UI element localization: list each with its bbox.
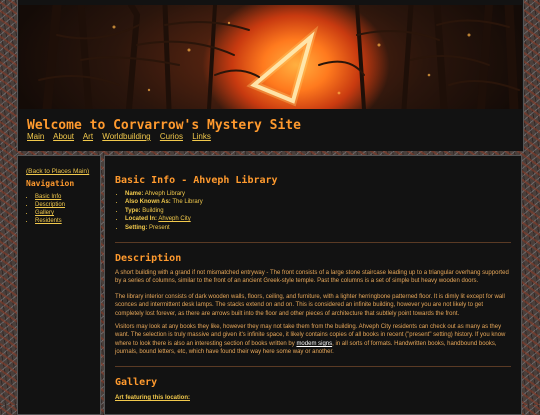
sidebar-link-description[interactable]: Description (35, 202, 65, 208)
basic-info-heading: Basic Info - Ahveph Library (115, 175, 278, 186)
sidebar-item-basic-info: Basic Info (35, 193, 65, 201)
info-item-setting: Setting: Present (125, 224, 203, 232)
sidebar-link-residents[interactable]: Residents (35, 218, 62, 224)
modem-signs-link[interactable]: modem signs (296, 341, 332, 347)
info-item-located-in: Located In: Ahveph City (125, 215, 203, 223)
info-value: Ahveph Library (144, 191, 186, 197)
info-label: Type: (125, 207, 141, 214)
description-paragraph-1: A short building with a grand if not mis… (115, 270, 509, 285)
nav-curios[interactable]: Curios (160, 132, 183, 141)
description-heading: Description (115, 253, 182, 264)
main-content: Basic Info - Ahveph Library Name: Ahveph… (104, 155, 522, 415)
sidebar-item-residents: Residents (35, 217, 65, 225)
forest-triangle-illustration (38, 5, 520, 109)
info-label: Also Known As: (125, 199, 171, 206)
info-item-aka: Also Known As: The Library (125, 198, 203, 206)
gallery-art-link[interactable]: Art featuring this location: (115, 395, 190, 401)
nav-main[interactable]: Main (27, 132, 44, 141)
divider (115, 366, 511, 367)
info-item-type: Type: Building (125, 207, 203, 215)
info-value: Building (142, 207, 164, 214)
nav-art[interactable]: Art (83, 132, 93, 141)
sidebar-item-description: Description (35, 201, 65, 209)
nav-worldbuilding[interactable]: Worldbuilding (102, 132, 150, 141)
sidebar-link-basic-info[interactable]: Basic Info (35, 194, 61, 200)
located-in-link[interactable]: Ahveph City (158, 216, 190, 222)
info-value: The Library (172, 199, 203, 206)
sidebar-nav-list: Basic Info Description Gallery Residents (26, 193, 65, 225)
description-paragraph-3: Visitors may look at any books they like… (115, 323, 513, 357)
info-value: Present (149, 224, 170, 231)
info-label: Setting: (125, 224, 148, 231)
nav-about[interactable]: About (53, 132, 74, 141)
site-title: Welcome to Corvarrow's Mystery Site (27, 118, 301, 133)
info-label: Located In: (125, 216, 158, 223)
info-item-name: Name: Ahveph Library (125, 190, 203, 198)
description-paragraph-2: The library interior consists of dark wo… (115, 294, 505, 317)
divider (115, 242, 511, 243)
sidebar: (Back to Places Main) Navigation Basic I… (17, 155, 101, 415)
basic-info-list: Name: Ahveph Library Also Known As: The … (115, 190, 203, 232)
sidebar-item-gallery: Gallery (35, 209, 65, 217)
site-header: Welcome to Corvarrow's Mystery Site Main… (17, 0, 524, 151)
nav-links[interactable]: Links (192, 132, 211, 141)
info-label: Name: (125, 191, 144, 197)
banner-image (19, 5, 522, 109)
back-to-places-link[interactable]: (Back to Places Main) (26, 168, 89, 175)
gallery-heading: Gallery (115, 377, 158, 388)
top-nav: Main About Art Worldbuilding Curios Link… (27, 132, 218, 141)
sidebar-heading: Navigation (26, 179, 75, 188)
sidebar-link-gallery[interactable]: Gallery (35, 210, 54, 216)
